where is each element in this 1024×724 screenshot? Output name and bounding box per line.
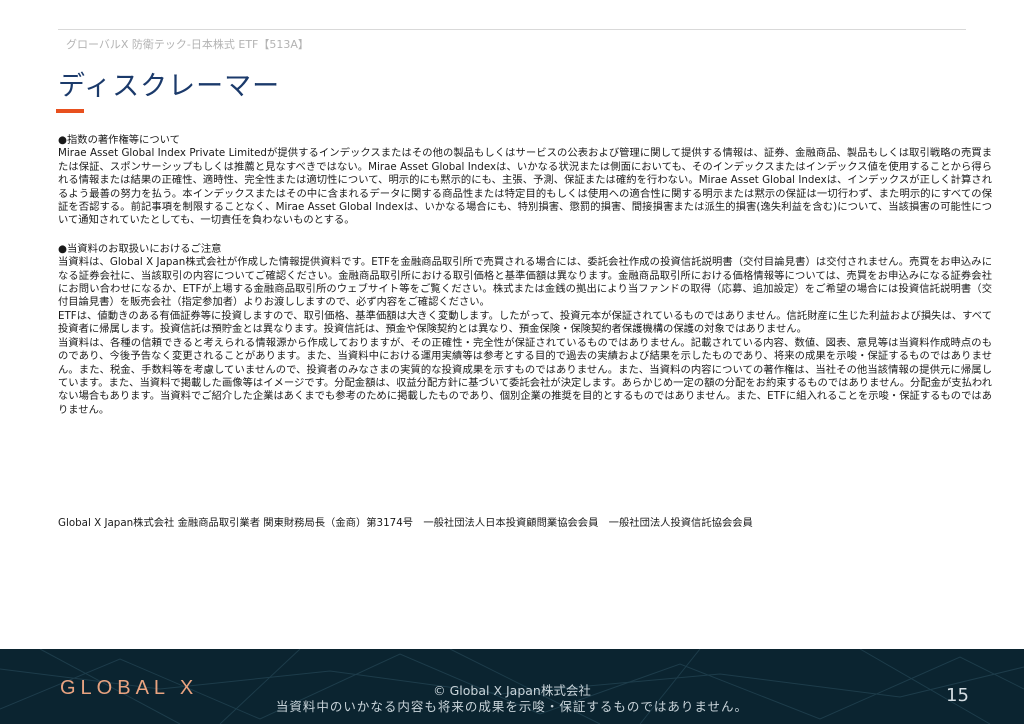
footer-disclaimer-note: 当資料中のいかなる内容も将来の成果を示唆・保証するものではありません。 <box>275 699 749 714</box>
page-number: 15 <box>946 685 969 706</box>
handling-notes-paragraph-1: 当資料は、Global X Japan株式会社が作成した情報提供資料です。ETF… <box>58 256 992 309</box>
page-title: ディスクレーマー <box>58 71 281 102</box>
breadcrumb: グローバルX 防衛テック-日本株式 ETF【513A】 <box>66 38 309 51</box>
index-copyright-body: Mirae Asset Global Index Private Limited… <box>58 147 992 227</box>
handling-notes-paragraph-3: 当資料は、各種の信頼できると考えられる情報源から作成しておりますが、その正確性・… <box>58 336 992 416</box>
company-registration: Global X Japan株式会社 金融商品取引業者 関東財務局長（金商）第3… <box>58 517 753 529</box>
handling-notes-heading: ●当資料のお取扱いにおけるご注意 <box>58 242 222 255</box>
disclaimer-content: ●指数の著作権等について Mirae Asset Global Index Pr… <box>58 134 992 417</box>
header-divider <box>58 29 966 30</box>
footer: GLOBAL X © Global X Japan株式会社 当資料中のいかなる内… <box>0 649 1024 724</box>
title-accent-bar <box>56 109 84 113</box>
handling-notes-paragraph-2: ETFは、値動きのある有価証券等に投資しますので、取引価格、基準価額は大きく変動… <box>58 309 992 336</box>
index-copyright-heading: ●指数の著作権等について <box>58 134 180 146</box>
